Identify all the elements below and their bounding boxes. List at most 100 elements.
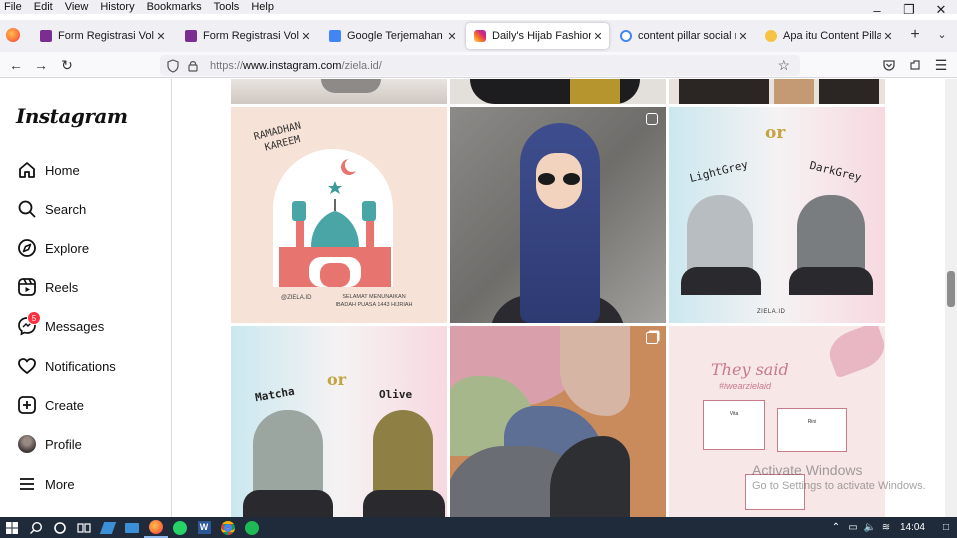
close-icon[interactable]: ✕ [736,30,750,43]
ramadhan-msg-2: IBADAH PUASA 1443 HIJRIAH [335,302,413,308]
notification-center-icon[interactable]: □ [935,522,957,533]
post-top-1[interactable] [231,79,447,104]
tab-apa-itu-content-pillar[interactable]: Apa itu Content Pillar? Peng ✕ [757,23,899,49]
matcha-right-label: Olive [379,388,413,401]
minimize-button[interactable]: – [861,0,893,20]
menu-view[interactable]: View [60,1,96,13]
scrollbar-thumb[interactable] [947,271,955,307]
compass-icon [16,237,38,259]
hamburger-menu-icon[interactable]: ☰ [932,56,950,74]
task-view-icon[interactable] [72,517,96,538]
pocket-icon[interactable] [880,56,898,74]
menu-edit[interactable]: Edit [29,1,60,13]
tab-content-pillar[interactable]: content pillar social media - ✕ [612,23,754,49]
nav-create[interactable]: Create [16,393,84,417]
google-icon [620,30,632,42]
tab-form-registrasi-1[interactable]: Form Registrasi Volunteer Ja ✕ [32,23,172,49]
post-blue-hijab[interactable] [450,107,666,323]
url-path: /ziela.id/ [341,59,382,72]
nav-profile[interactable]: Profile [16,432,82,456]
reels-icon [16,276,38,298]
url-text: https://www.instagram.com/ziela.id/ [210,60,382,72]
mail-icon[interactable] [120,517,144,538]
close-icon[interactable]: ✕ [591,30,605,43]
menu-file[interactable]: File [0,1,29,13]
post-ramadhan-kareem[interactable]: RAMADHAN KAREEM @ZIELA.ID SELAMAT MENUNA… [231,107,447,323]
messages-badge: 5 [27,311,41,325]
menu-history[interactable]: History [95,1,141,13]
instagram-sidebar: Instagram Home Search Explore Reels 5 Me… [0,79,172,517]
restore-button[interactable]: ❐ [893,0,925,20]
firefox-menu-icon[interactable] [6,28,20,42]
ramadhan-message: SELAMAT MENUNAIKAN IBADAH PUASA 1443 HIJ… [319,293,429,309]
close-icon[interactable]: ✕ [881,30,895,43]
post-fabric-colors[interactable] [450,326,666,517]
menu-bookmarks[interactable]: Bookmarks [142,1,209,13]
nav-messages[interactable]: 5 Messages [16,311,104,338]
forward-button[interactable]: → [32,56,50,74]
bookmark-star-icon[interactable]: ☆ [777,57,790,74]
chevron-up-icon[interactable]: ⌃ [828,522,844,533]
grey-or-label: or [765,123,786,143]
windows-taskbar: W ⌃ ▭ 🔈 ≋ 14:04 □ [0,517,957,538]
instagram-logo[interactable]: Instagram [16,104,128,128]
spotify-icon[interactable] [240,517,264,538]
close-icon[interactable]: ✕ [299,30,313,43]
menu-tools[interactable]: Tools [209,1,247,13]
whatsapp-icon[interactable] [168,517,192,538]
testimonial-name-1: Vita [729,411,739,417]
tab-instagram[interactable]: Daily's Hijab Fashion (@ziel ✕ [466,23,609,49]
url-host: www.instagram.com [243,59,342,72]
volume-icon[interactable]: 🔈 [862,522,878,533]
post-matcha-olive[interactable]: or Matcha Olive [231,326,447,517]
close-window-button[interactable]: ✕ [925,0,957,20]
reload-button[interactable]: ↻ [58,56,76,74]
search-icon[interactable] [24,517,48,538]
post-top-3[interactable] [669,79,885,104]
reel-icon [646,113,658,125]
cortana-icon[interactable] [48,517,72,538]
nav-home[interactable]: Home [16,158,80,182]
extensions-icon[interactable] [906,56,924,74]
nav-notifications-label: Notifications [45,358,116,374]
nav-explore[interactable]: Explore [16,236,89,260]
back-button[interactable]: ← [7,56,25,74]
lock-icon[interactable] [186,59,200,73]
nav-reels[interactable]: Reels [16,275,78,299]
page-scrollbar[interactable] [945,79,957,517]
shield-icon[interactable] [166,58,180,73]
clock[interactable]: 14:04 [900,522,925,533]
forms-icon [40,30,52,42]
visual-studio-code-icon[interactable] [96,517,120,538]
nav-more-label: More [45,476,75,492]
tab-google-terjemahan[interactable]: Google Terjemahan ✕ [321,23,463,49]
navigation-toolbar: ← → ↻ https://www.instagram.com/ziela.id… [0,52,957,78]
nav-more[interactable]: More [16,472,75,496]
firefox-icon[interactable] [144,517,168,538]
chrome-icon[interactable] [216,517,240,538]
list-all-tabs-icon[interactable]: ⌄ [934,26,950,44]
tab-form-registrasi-2[interactable]: Form Registrasi Volunteer Ja ✕ [177,23,317,49]
battery-icon[interactable]: ▭ [844,522,862,533]
close-icon[interactable]: ✕ [154,30,168,43]
wifi-icon[interactable]: ≋ [878,522,894,533]
windows-start-icon[interactable] [0,517,24,538]
messenger-icon: 5 [16,311,41,337]
testimonial-card-2: Rini [777,408,847,452]
url-scheme: https:// [210,59,244,72]
word-icon[interactable]: W [192,517,216,538]
window-controls: – ❐ ✕ [861,0,957,20]
avatar [16,433,38,455]
nav-search[interactable]: Search [16,197,86,221]
leaf-decoration [823,326,885,379]
nav-notifications[interactable]: Notifications [16,354,116,378]
new-tab-button[interactable]: + [906,26,924,44]
system-tray: ⌃ ▭ 🔈 ≋ 14:04 □ [828,522,957,533]
post-top-2[interactable] [450,79,666,104]
menu-help[interactable]: Help [246,1,281,13]
mosque-icon [279,158,391,287]
url-bar[interactable]: https://www.instagram.com/ziela.id/ ☆ [160,55,800,76]
close-icon[interactable]: ✕ [445,30,459,43]
plus-square-icon [16,394,38,416]
post-lightgrey-darkgrey[interactable]: or LightGrey DarkGrey ZIELA.ID [669,107,885,323]
